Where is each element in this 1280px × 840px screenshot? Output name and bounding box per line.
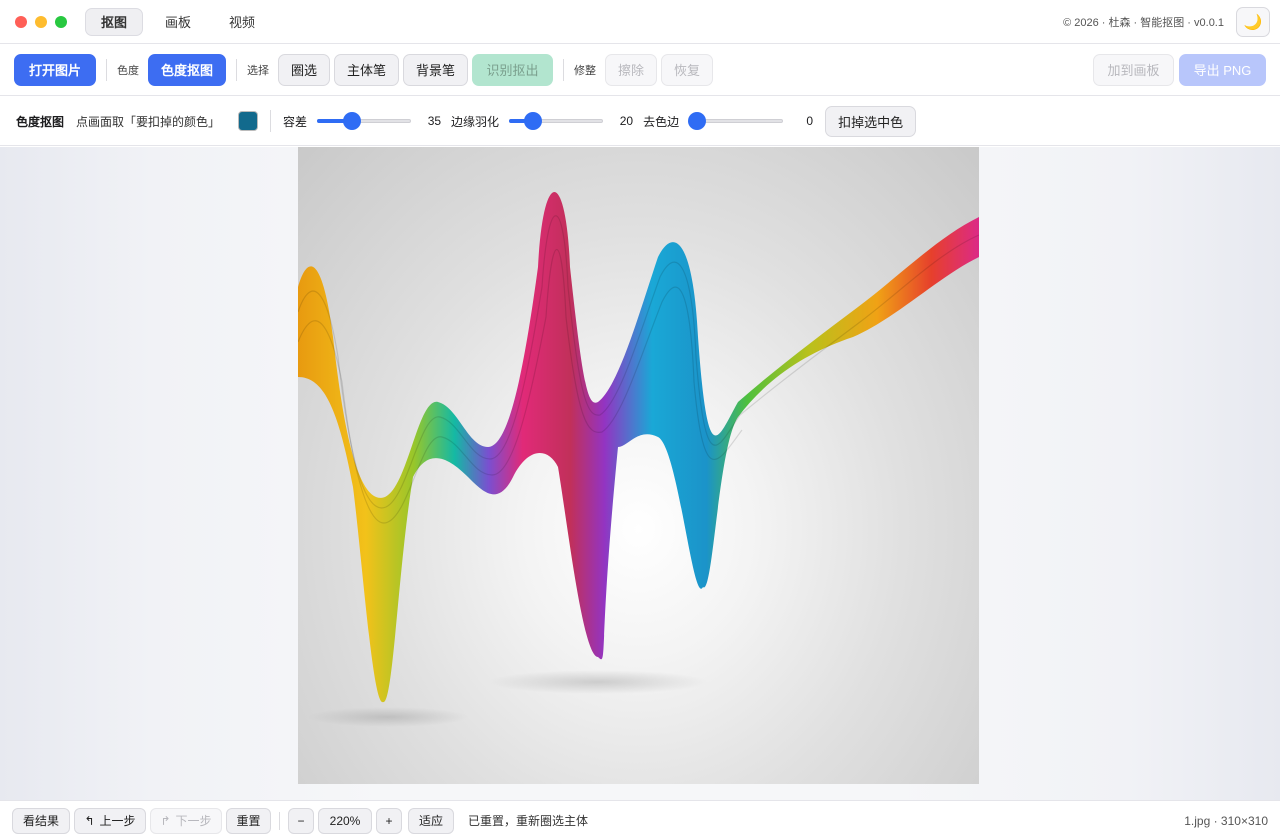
remove-selected-color-button[interactable]: 扣掉选中色 <box>825 105 917 137</box>
options-divider <box>270 110 272 132</box>
fit-view-button[interactable]: 适应 <box>408 807 454 834</box>
view-result-button[interactable]: 看结果 <box>12 807 70 834</box>
image-preview[interactable] <box>298 147 979 784</box>
feather-slider-thumb[interactable] <box>524 113 541 129</box>
undo-label: 上一步 <box>99 814 136 828</box>
rainbow-wave-artwork <box>298 192 979 727</box>
tolerance-label: 容差 <box>283 114 308 129</box>
status-divider <box>279 811 280 830</box>
export-png-button[interactable]: 导出 PNG <box>1179 53 1266 86</box>
undo-icon: ↰ <box>84 813 95 828</box>
tolerance-value: 35 <box>427 114 442 128</box>
moon-icon: 🌙 <box>1243 13 1263 31</box>
defringe-label: 去色边 <box>643 114 680 129</box>
redo-button[interactable]: ↱ 下一步 <box>150 807 222 834</box>
status-bar: 看结果 ↰ 上一步 ↱ 下一步 重置 − 220% + 适应 已重置，重新圈选主… <box>0 800 1280 840</box>
undo-button[interactable]: ↰ 上一步 <box>74 807 146 834</box>
toolbar-divider <box>236 58 237 81</box>
theme-toggle-button[interactable]: 🌙 <box>1236 6 1270 37</box>
detect-cutout-button[interactable]: 识别抠出 <box>472 53 553 86</box>
options-title: 色度抠图 <box>16 114 65 129</box>
color-group-label: 色度 <box>117 64 139 77</box>
tab-video[interactable]: 视频 <box>213 8 271 36</box>
options-hint: 点画面取「要扣掉的颜色」 <box>76 114 221 129</box>
main-toolbar: 打开图片 色度 色度抠图 选择 圈选 主体笔 背景笔 识别抠出 修整 擦除 恢复… <box>0 44 1280 96</box>
status-message: 已重置，重新圈选主体 <box>468 814 589 828</box>
defringe-slider[interactable] <box>689 113 784 129</box>
minimize-window-button[interactable] <box>35 15 47 28</box>
tab-cutout[interactable]: 抠图 <box>85 7 144 36</box>
add-to-board-button[interactable]: 加到画板 <box>1093 53 1174 86</box>
select-group-label: 选择 <box>247 64 269 77</box>
tab-board[interactable]: 画板 <box>149 8 207 36</box>
redo-label: 下一步 <box>175 814 212 828</box>
feather-value: 20 <box>619 114 634 128</box>
defringe-slider-thumb[interactable] <box>689 113 706 129</box>
feather-slider[interactable] <box>509 113 604 129</box>
erase-button[interactable]: 擦除 <box>605 53 657 86</box>
reset-button[interactable]: 重置 <box>226 807 271 834</box>
refine-group-label: 修整 <box>574 64 596 77</box>
canvas-area[interactable] <box>0 147 1280 800</box>
lasso-button[interactable]: 圈选 <box>278 53 330 86</box>
tolerance-slider-thumb[interactable] <box>344 113 361 129</box>
picked-color-swatch[interactable] <box>238 111 259 131</box>
zoom-out-button[interactable]: − <box>288 807 314 834</box>
toolbar-divider <box>563 58 564 81</box>
feather-label: 边缘羽化 <box>451 114 500 129</box>
copyright-text: © 2026 · 杜森 · 智能抠图 · v0.0.1 <box>1063 16 1224 29</box>
open-image-button[interactable]: 打开图片 <box>14 53 96 86</box>
background-brush-button[interactable]: 背景笔 <box>403 53 468 86</box>
window-controls <box>15 15 67 28</box>
restore-button[interactable]: 恢复 <box>661 53 713 86</box>
toolbar-divider <box>106 58 107 81</box>
subject-brush-button[interactable]: 主体笔 <box>334 53 399 86</box>
zoom-window-button[interactable] <box>55 15 67 28</box>
title-bar: 抠图 画板 视频 © 2026 · 杜森 · 智能抠图 · v0.0.1 🌙 <box>0 0 1280 44</box>
tolerance-slider[interactable] <box>317 113 412 129</box>
zoom-in-button[interactable]: + <box>376 807 402 834</box>
color-key-options-bar: 色度抠图 点画面取「要扣掉的颜色」 容差 35 边缘羽化 20 去色边 0 扣掉… <box>0 97 1280 146</box>
zoom-level[interactable]: 220% <box>318 807 372 834</box>
file-info: 1.jpg · 310×310 <box>1184 813 1268 828</box>
redo-icon: ↱ <box>160 813 171 828</box>
mode-tabs: 抠图 画板 视频 <box>85 7 271 36</box>
close-window-button[interactable] <box>15 15 27 28</box>
color-key-button[interactable]: 色度抠图 <box>148 53 226 86</box>
defringe-value: 0 <box>806 114 814 128</box>
